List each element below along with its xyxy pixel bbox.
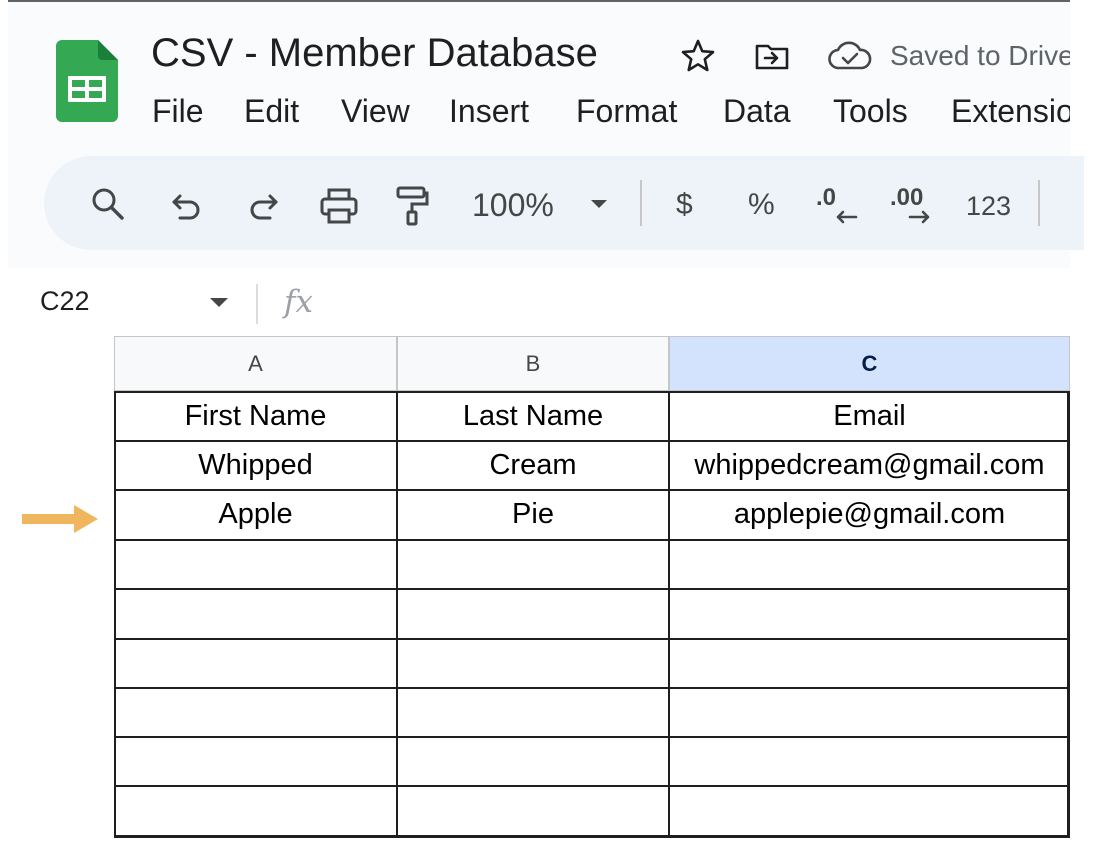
column-header-a[interactable]: A (114, 336, 397, 391)
menu-view[interactable]: View (341, 92, 410, 130)
cell-first-name-row-6[interactable] (114, 639, 397, 687)
column-header-c[interactable]: C (669, 336, 1070, 391)
toolbar-divider-2 (1038, 180, 1040, 226)
cell-email-row-4[interactable] (669, 540, 1070, 588)
cell-email-row-9[interactable] (669, 786, 1070, 834)
menu-file[interactable]: File (152, 92, 204, 130)
move-to-folder-icon[interactable] (754, 38, 790, 74)
percent-format-button[interactable]: % (748, 185, 775, 225)
save-status-text: Saved to Drive (890, 40, 1070, 71)
cell-first-name-row-4[interactable] (114, 540, 397, 588)
search-icon[interactable] (88, 184, 128, 224)
grid-line (114, 539, 1070, 541)
grid-line (668, 391, 670, 838)
more-formats-button[interactable]: 123 (966, 186, 1011, 226)
fx-icon: fx (284, 284, 313, 320)
grid-line (114, 835, 1070, 838)
grid-line (1067, 391, 1070, 838)
grid-line (114, 391, 116, 838)
cell-first-name-row-3[interactable]: Apple (114, 490, 397, 538)
cell-first-name-row-1[interactable]: First Name (114, 392, 397, 440)
cell-email-row-1[interactable]: Email (669, 392, 1070, 440)
cell-last-name-row-9[interactable] (397, 786, 669, 834)
toolbar-divider (640, 180, 642, 226)
cell-first-name-row-8[interactable] (114, 737, 397, 785)
print-icon[interactable] (318, 186, 360, 226)
menu-data[interactable]: Data (723, 92, 791, 130)
cell-last-name-row-3[interactable]: Pie (397, 490, 669, 538)
decrease-decimal-label: .0 (816, 184, 837, 211)
cell-last-name-row-2[interactable]: Cream (397, 441, 669, 489)
grid-line (114, 489, 1070, 491)
arrow-right-small-icon (908, 210, 930, 224)
cell-email-row-5[interactable] (669, 589, 1070, 637)
column-header-b[interactable]: B (397, 336, 669, 391)
name-box-dropdown-icon[interactable] (208, 296, 230, 308)
cell-email-row-7[interactable] (669, 688, 1070, 736)
menu-extensions[interactable]: Extensions (951, 92, 1070, 130)
star-icon[interactable] (680, 38, 716, 74)
cell-email-row-6[interactable] (669, 639, 1070, 687)
decrease-decimal-button[interactable]: .0 (812, 184, 858, 230)
spreadsheet-grid: A B C First Name Last Name Email Whipped Cre… (114, 336, 1070, 838)
cell-last-name-row-8[interactable] (397, 737, 669, 785)
cell-email-row-8[interactable] (669, 737, 1070, 785)
zoom-select[interactable]: 100% (472, 185, 554, 225)
undo-icon[interactable] (168, 188, 208, 224)
increase-decimal-label: .00 (890, 184, 924, 211)
cell-last-name-row-7[interactable] (397, 688, 669, 736)
cell-last-name-row-4[interactable] (397, 540, 669, 588)
menu-tools[interactable]: Tools (833, 92, 908, 130)
grid-line (114, 785, 1070, 787)
grid-line (396, 391, 398, 838)
arrow-right-icon (22, 505, 98, 533)
cell-last-name-row-5[interactable] (397, 589, 669, 637)
redo-icon[interactable] (244, 188, 284, 224)
cell-last-name-row-1[interactable]: Last Name (397, 392, 669, 440)
currency-format-button[interactable]: $ (676, 185, 693, 225)
grid-line (114, 440, 1070, 442)
menu-format[interactable]: Format (576, 92, 677, 130)
menu-edit[interactable]: Edit (244, 92, 299, 130)
cell-first-name-row-2[interactable]: Whipped (114, 441, 397, 489)
menu-bar: File Edit View Insert Format Data Tools … (152, 92, 1070, 132)
arrow-left-icon (836, 210, 858, 224)
cell-first-name-row-7[interactable] (114, 688, 397, 736)
cell-first-name-row-9[interactable] (114, 786, 397, 834)
sheets-logo-icon[interactable] (56, 40, 118, 122)
menu-insert[interactable]: Insert (449, 92, 529, 130)
cell-first-name-row-5[interactable] (114, 589, 397, 637)
grid-line (114, 687, 1070, 689)
grid-line (114, 638, 1070, 640)
cell-email-row-3[interactable]: applepie@gmail.com (669, 490, 1070, 538)
document-title[interactable]: CSV - Member Database (151, 30, 598, 76)
save-status[interactable]: Saved to Drive (828, 36, 1070, 76)
cell-email-row-2[interactable]: whippedcream@gmail.com (669, 441, 1070, 489)
paint-format-icon[interactable] (394, 184, 430, 228)
grid-line (114, 736, 1070, 738)
formula-bar-divider (256, 284, 258, 324)
name-box[interactable]: C22 (40, 285, 90, 317)
increase-decimal-button[interactable]: .00 (888, 184, 938, 230)
grid-line (114, 588, 1070, 590)
cloud-saved-icon (828, 41, 872, 70)
cell-last-name-row-6[interactable] (397, 639, 669, 687)
chevron-down-icon[interactable] (589, 198, 609, 210)
grid-line (114, 391, 1070, 393)
